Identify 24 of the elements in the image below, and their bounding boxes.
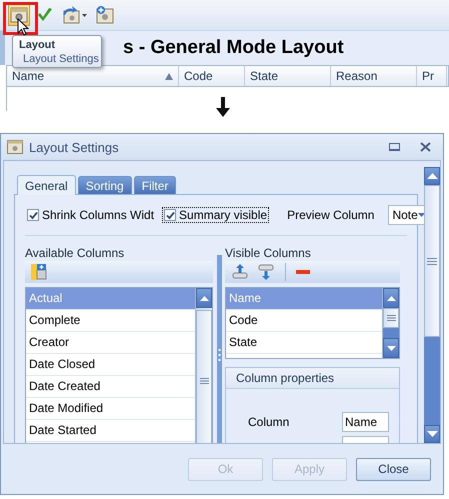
dialog-button[interactable]: Close (356, 458, 431, 480)
tab[interactable]: General (17, 175, 76, 195)
column-label: Reason (336, 69, 378, 83)
input-field[interactable]: Name (342, 412, 389, 432)
column-header[interactable]: Reason (331, 66, 417, 86)
tab[interactable]: Filter (134, 176, 176, 194)
column-label: Pr (422, 69, 434, 83)
visible-columns-label: Visible Columns (225, 245, 312, 261)
column-header[interactable]: State (245, 66, 331, 86)
tooltip-title: Layout (19, 39, 56, 51)
column-label: Code (184, 69, 213, 83)
dialog-title: Layout Settings (29, 140, 119, 154)
preview-column-label: Preview Column (287, 208, 374, 222)
field-label: Column (248, 415, 290, 429)
available-columns-label: Available Columns (25, 245, 126, 261)
column-label: Name (12, 69, 44, 83)
preview-column-dropdown[interactable]: Note (388, 205, 424, 225)
tab[interactable]: Sorting (78, 176, 132, 194)
column-header[interactable]: Code (179, 66, 245, 86)
checkbox-option[interactable]: Summary visible (162, 207, 270, 223)
column-header[interactable]: Pr (417, 66, 447, 86)
column-properties-title: Column properties (226, 368, 399, 389)
column-label: State (250, 69, 278, 83)
checkbox-option[interactable]: Shrink Columns Widt (25, 207, 156, 223)
